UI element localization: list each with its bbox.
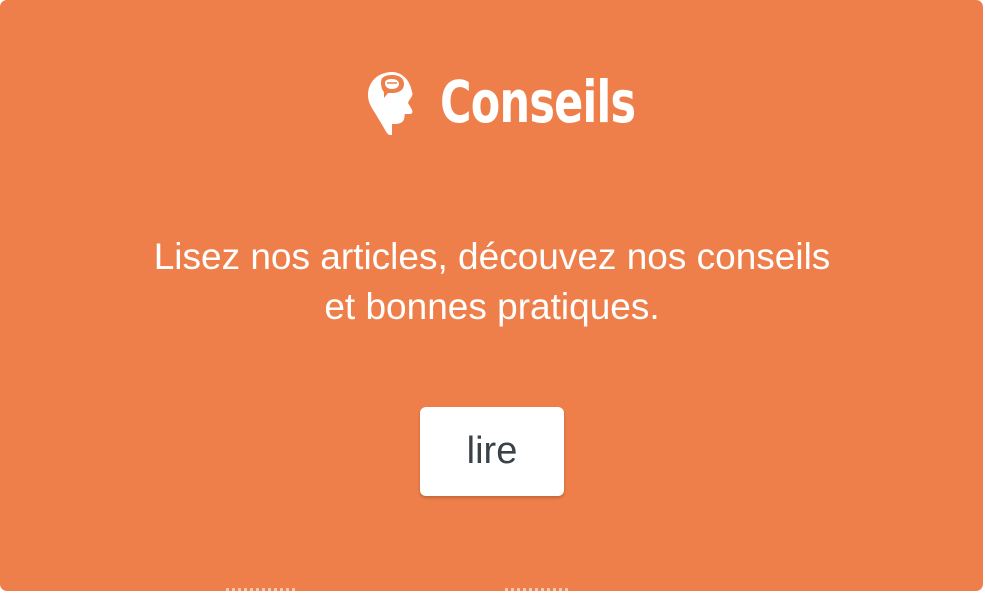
head-lightbulb-icon: [364, 70, 420, 136]
conseils-card: Conseils Lisez nos articles, découvez no…: [0, 0, 983, 592]
card-header: Conseils: [0, 62, 983, 142]
intro-text: Lisez nos articles, découvez nos conseil…: [153, 236, 831, 327]
read-button[interactable]: lire: [420, 407, 564, 496]
page-title: Conseils: [439, 68, 636, 136]
bottom-decoration: [226, 588, 298, 592]
bottom-decoration: [505, 588, 569, 592]
